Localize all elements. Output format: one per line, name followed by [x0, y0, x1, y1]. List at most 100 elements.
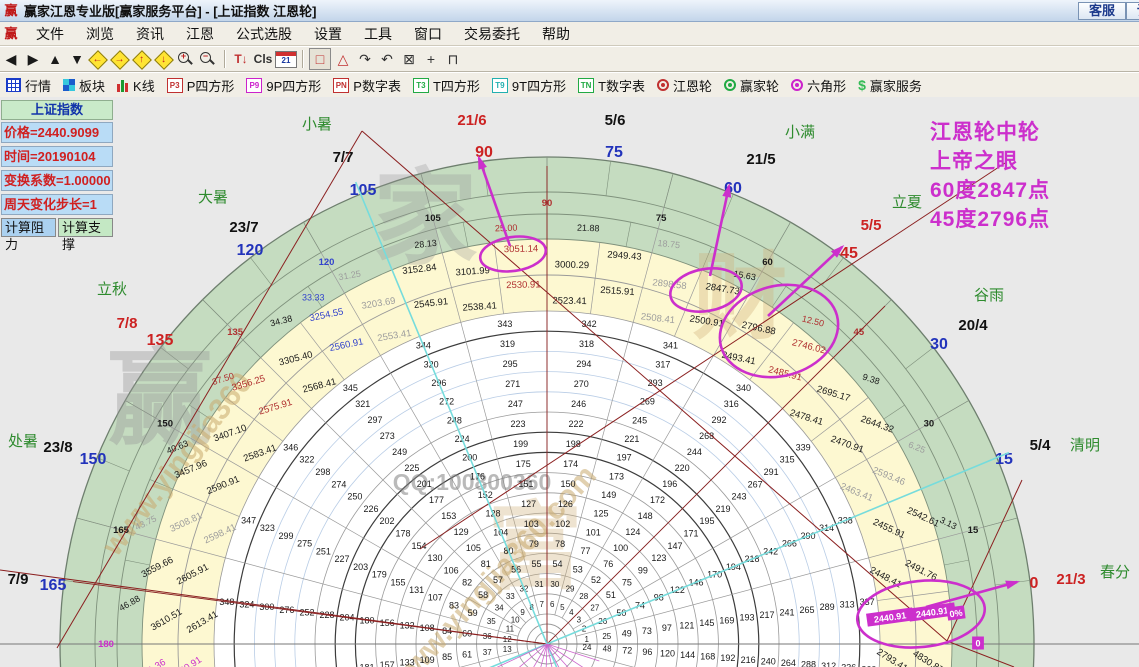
clipped-button[interactable]: 论	[1125, 2, 1139, 20]
svg-text:150: 150	[561, 479, 576, 489]
pan-down-button[interactable]: ↓	[154, 49, 175, 70]
zoom-out-handle	[209, 59, 215, 65]
svg-text:127: 127	[521, 499, 536, 509]
hexagon-button[interactable]: 六角形	[791, 76, 846, 95]
9t-square-button[interactable]: T9 9T四方形	[491, 76, 567, 95]
highlight-value-2: 0%	[946, 605, 966, 621]
outer-label-14: 21/6	[457, 112, 486, 129]
svg-text:24: 24	[583, 643, 592, 652]
menu-item-3[interactable]: 江恩	[175, 24, 225, 44]
customer-service-button[interactable]: 客服	[1077, 2, 1126, 20]
svg-text:49: 49	[622, 628, 632, 638]
svg-text:195: 195	[700, 516, 715, 526]
outer-label-30: 春分	[1100, 564, 1130, 581]
menu-item-2[interactable]: 资讯	[125, 24, 175, 44]
p-number-table-button[interactable]: PN P数字表	[333, 76, 401, 95]
pan-up-arrow-icon: ↑	[139, 53, 144, 65]
t-square-button[interactable]: T3 T四方形	[412, 76, 480, 95]
draw-triangle-button[interactable]: △	[333, 49, 353, 69]
calc-resistance-button[interactable]: 计算阻力	[1, 218, 56, 252]
calendar-tool-button[interactable]: 21	[275, 50, 297, 68]
svg-text:130: 130	[428, 553, 443, 563]
t-number-table-glyph: TN	[578, 77, 595, 93]
p-square-button[interactable]: P3 P四方形	[166, 76, 234, 95]
quotes-button[interactable]: 行情	[6, 76, 51, 95]
move-cross-button[interactable]: +	[421, 49, 441, 69]
page-up-button[interactable]: ▲	[45, 49, 65, 69]
9p-square-glyph: P9	[246, 77, 263, 93]
rotate-cw-button[interactable]: ↷	[355, 49, 375, 69]
nav-next-button[interactable]: ▶	[23, 49, 43, 69]
rotate-ccw-button[interactable]: ↶	[377, 49, 397, 69]
svg-text:297: 297	[368, 415, 383, 425]
sectors-button[interactable]: 板块	[63, 76, 105, 95]
svg-text:21.88: 21.88	[577, 223, 600, 234]
svg-text:227: 227	[334, 554, 349, 564]
sectors-label: 板块	[79, 78, 106, 94]
zoom-in-button[interactable]: +	[177, 51, 197, 67]
pan-right-button[interactable]: →	[110, 49, 131, 70]
t-cursor-button[interactable]: T↓	[231, 49, 251, 69]
menu-item-9[interactable]: 帮助	[531, 24, 581, 44]
menu-item-6[interactable]: 工具	[353, 24, 403, 44]
svg-text:2538.41: 2538.41	[462, 300, 497, 313]
menu-item-1[interactable]: 浏览	[75, 24, 125, 44]
zoom-out-button[interactable]: −	[199, 51, 219, 67]
winner-wheel-button[interactable]: 赢家轮	[724, 76, 779, 95]
svg-text:106: 106	[444, 565, 459, 575]
svg-text:172: 172	[650, 495, 665, 505]
outer-label-32: 0	[1030, 575, 1039, 592]
svg-text:201: 201	[417, 479, 432, 489]
cls-tool-button[interactable]: Cls	[253, 49, 273, 69]
svg-text:124: 124	[625, 527, 640, 537]
winner-service-button[interactable]: $ 赢家服务	[858, 76, 922, 95]
svg-text:339: 339	[796, 442, 811, 452]
svg-text:181: 181	[360, 663, 375, 667]
svg-text:123: 123	[651, 553, 666, 563]
hexagon-icon	[791, 79, 804, 91]
svg-text:81: 81	[481, 559, 491, 569]
menu-item-0[interactable]: 文件	[25, 24, 75, 44]
draw-xbox-button[interactable]: ⊠	[399, 49, 419, 69]
9p-square-button[interactable]: P9 9P四方形	[246, 76, 321, 95]
pan-up-button[interactable]: ↑	[132, 49, 153, 70]
menu-item-7[interactable]: 窗口	[403, 24, 453, 44]
draw-square-button[interactable]: □	[309, 48, 331, 70]
outer-label-6: 立秋	[97, 281, 127, 298]
p-number-table-glyph: PN	[333, 77, 350, 93]
svg-text:102: 102	[555, 519, 570, 529]
svg-text:13: 13	[503, 645, 512, 654]
svg-text:103: 103	[524, 519, 539, 529]
step-row: 周天变化步长=1	[1, 194, 113, 215]
svg-text:273: 273	[380, 431, 395, 441]
gann-wheel-button[interactable]: 江恩轮	[657, 76, 712, 95]
pan-left-button[interactable]: ←	[88, 49, 109, 70]
svg-text:76: 76	[603, 559, 613, 569]
menu-item-4[interactable]: 公式选股	[225, 24, 303, 44]
svg-text:294: 294	[576, 359, 591, 369]
calc-support-button[interactable]: 计算支撑	[58, 218, 113, 252]
page-down-button[interactable]: ▼	[67, 49, 87, 69]
menu-item-8[interactable]: 交易委托	[453, 24, 531, 44]
svg-text:289: 289	[820, 602, 835, 612]
p-number-table-icon: PN	[333, 77, 350, 93]
clear-draw-button[interactable]: ⊓	[443, 49, 463, 69]
t-number-table-button[interactable]: TN T数字表	[578, 76, 645, 95]
9t-square-label: 9T四方形	[511, 78, 567, 94]
svg-text:30: 30	[550, 580, 559, 589]
svg-text:52: 52	[591, 575, 601, 585]
annotation-line-0: 江恩轮中轮	[930, 121, 1040, 144]
nav-first-button[interactable]: ◀	[1, 49, 21, 69]
svg-text:72: 72	[622, 645, 632, 655]
svg-text:7: 7	[540, 600, 545, 609]
svg-text:15: 15	[968, 525, 979, 536]
svg-text:196: 196	[662, 479, 677, 489]
menu-item-5[interactable]: 设置	[303, 24, 353, 44]
kline-button[interactable]: K线	[117, 76, 155, 95]
svg-text:75: 75	[622, 578, 632, 588]
svg-text:347: 347	[241, 515, 256, 525]
winner-service-label: 赢家服务	[869, 78, 922, 94]
svg-text:147: 147	[667, 541, 682, 551]
outer-label-2: 105	[350, 182, 377, 199]
svg-text:107: 107	[428, 593, 443, 603]
